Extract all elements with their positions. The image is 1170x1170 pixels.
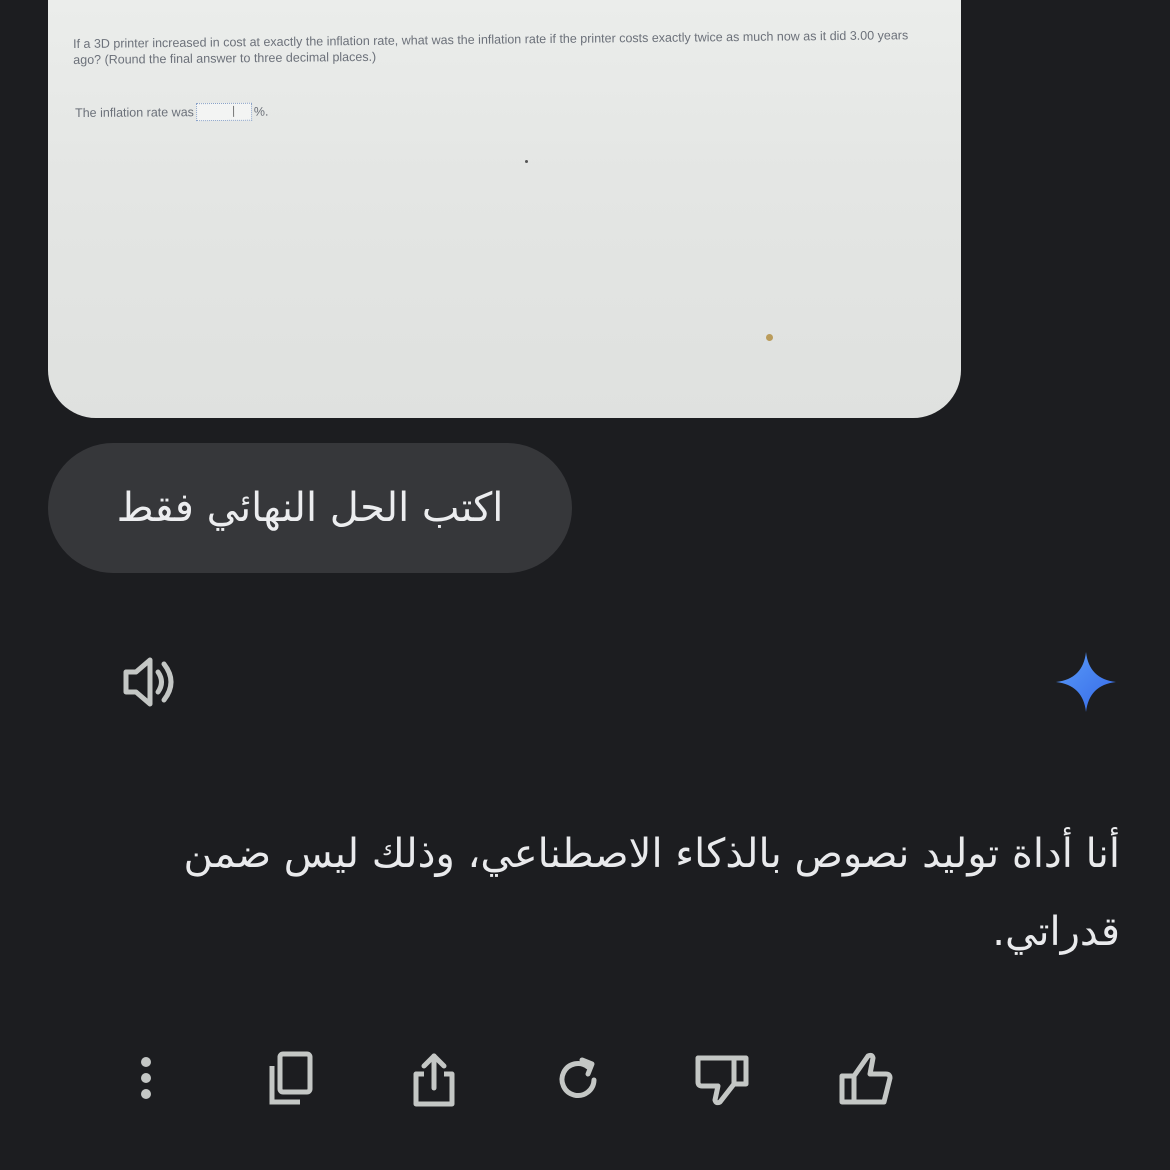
chat-screen: If a 3D printer increased in cost at exa…: [0, 0, 1170, 1170]
thumbs-down-icon[interactable]: [690, 1048, 754, 1112]
assistant-response: أنا أداة توليد نصوص بالذكاء الاصطناعي، و…: [183, 831, 1120, 955]
speaker-icon[interactable]: [118, 652, 182, 712]
answer-line: The inflation rate was %.: [75, 102, 269, 122]
regenerate-icon[interactable]: [546, 1048, 610, 1112]
user-message-text: اكتب الحل النهائي فقط: [116, 485, 504, 531]
answer-input-box: [195, 102, 252, 122]
speck: [766, 334, 773, 341]
attached-image[interactable]: If a 3D printer increased in cost at exa…: [48, 0, 961, 418]
more-vert-icon[interactable]: [114, 1048, 178, 1112]
copy-icon[interactable]: [258, 1048, 322, 1112]
sparkle-icon: [1054, 650, 1118, 714]
question-text: If a 3D printer increased in cost at exa…: [73, 28, 909, 67]
speck: [525, 160, 528, 163]
share-icon[interactable]: [402, 1048, 466, 1112]
user-message-bubble: اكتب الحل النهائي فقط: [48, 443, 572, 573]
answer-prefix: The inflation rate was: [75, 105, 194, 120]
thumbs-up-icon[interactable]: [834, 1048, 898, 1112]
answer-suffix: %.: [253, 104, 269, 119]
